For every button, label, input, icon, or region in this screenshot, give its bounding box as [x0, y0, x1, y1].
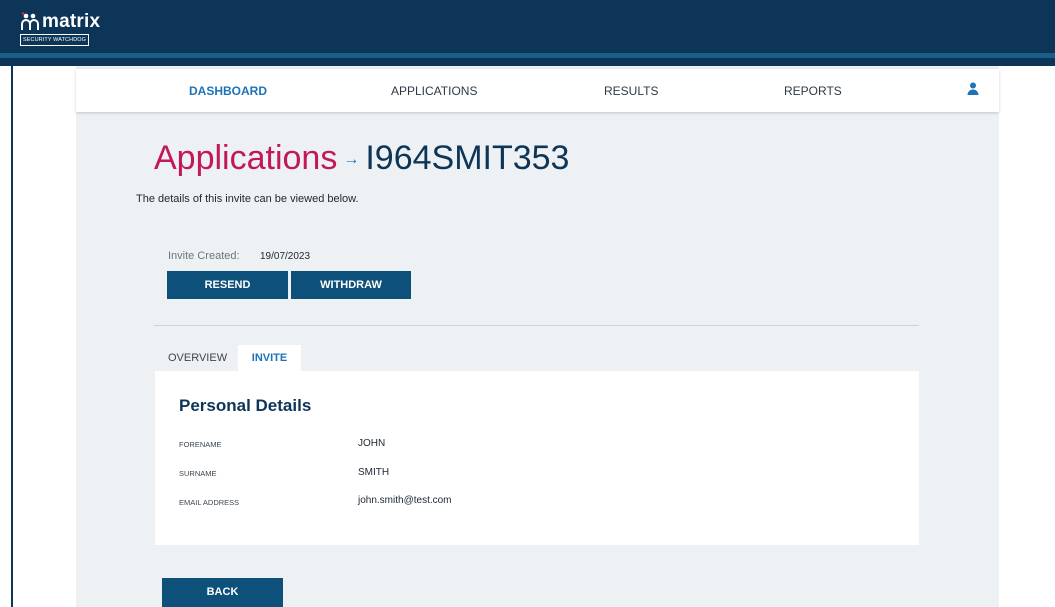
brand-tagline: SECURITY WATCHDOG [20, 34, 90, 46]
withdraw-button[interactable]: WITHDRAW [291, 271, 411, 299]
forename-value: JOHN [358, 438, 386, 449]
tab-invite[interactable]: INVITE [238, 345, 301, 371]
arrow-right-icon: → [343, 151, 360, 169]
user-icon[interactable] [967, 82, 979, 95]
invite-created-label: Invite Created: [168, 250, 240, 262]
nav-reports[interactable]: REPORTS [784, 84, 842, 98]
brand-name: matrix [42, 11, 101, 32]
resend-button[interactable]: RESEND [167, 271, 288, 299]
email-value: john.smith@test.com [358, 495, 452, 506]
personal-details-card: Personal Details FORENAME JOHN SURNAME S… [155, 371, 919, 545]
invite-created-date: 19/07/2023 [260, 251, 311, 262]
header-stripe [0, 53, 1055, 58]
surname-label: SURNAME [179, 469, 217, 478]
page-title: Applications → I964SMIT353 [154, 136, 569, 182]
back-button[interactable]: BACK [162, 578, 283, 607]
intro-text: The details of this invite can be viewed… [136, 193, 359, 205]
page-title-section: Applications [154, 139, 338, 177]
tab-overview[interactable]: OVERVIEW [168, 345, 227, 371]
left-rail [0, 66, 13, 607]
nav-dashboard[interactable]: DASHBOARD [189, 84, 267, 98]
surname-value: SMITH [358, 467, 390, 478]
section-divider [154, 325, 919, 326]
record-id: I964SMIT353 [365, 139, 570, 177]
nav-applications[interactable]: APPLICATIONS [391, 84, 477, 98]
forename-label: FORENAME [179, 440, 222, 449]
main-nav: DASHBOARD APPLICATIONS RESULTS REPORTS [76, 69, 999, 112]
nav-results[interactable]: RESULTS [604, 84, 658, 98]
section-title: Personal Details [179, 396, 312, 415]
email-label: EMAIL ADDRESS [179, 498, 240, 507]
people-icon [21, 12, 39, 30]
